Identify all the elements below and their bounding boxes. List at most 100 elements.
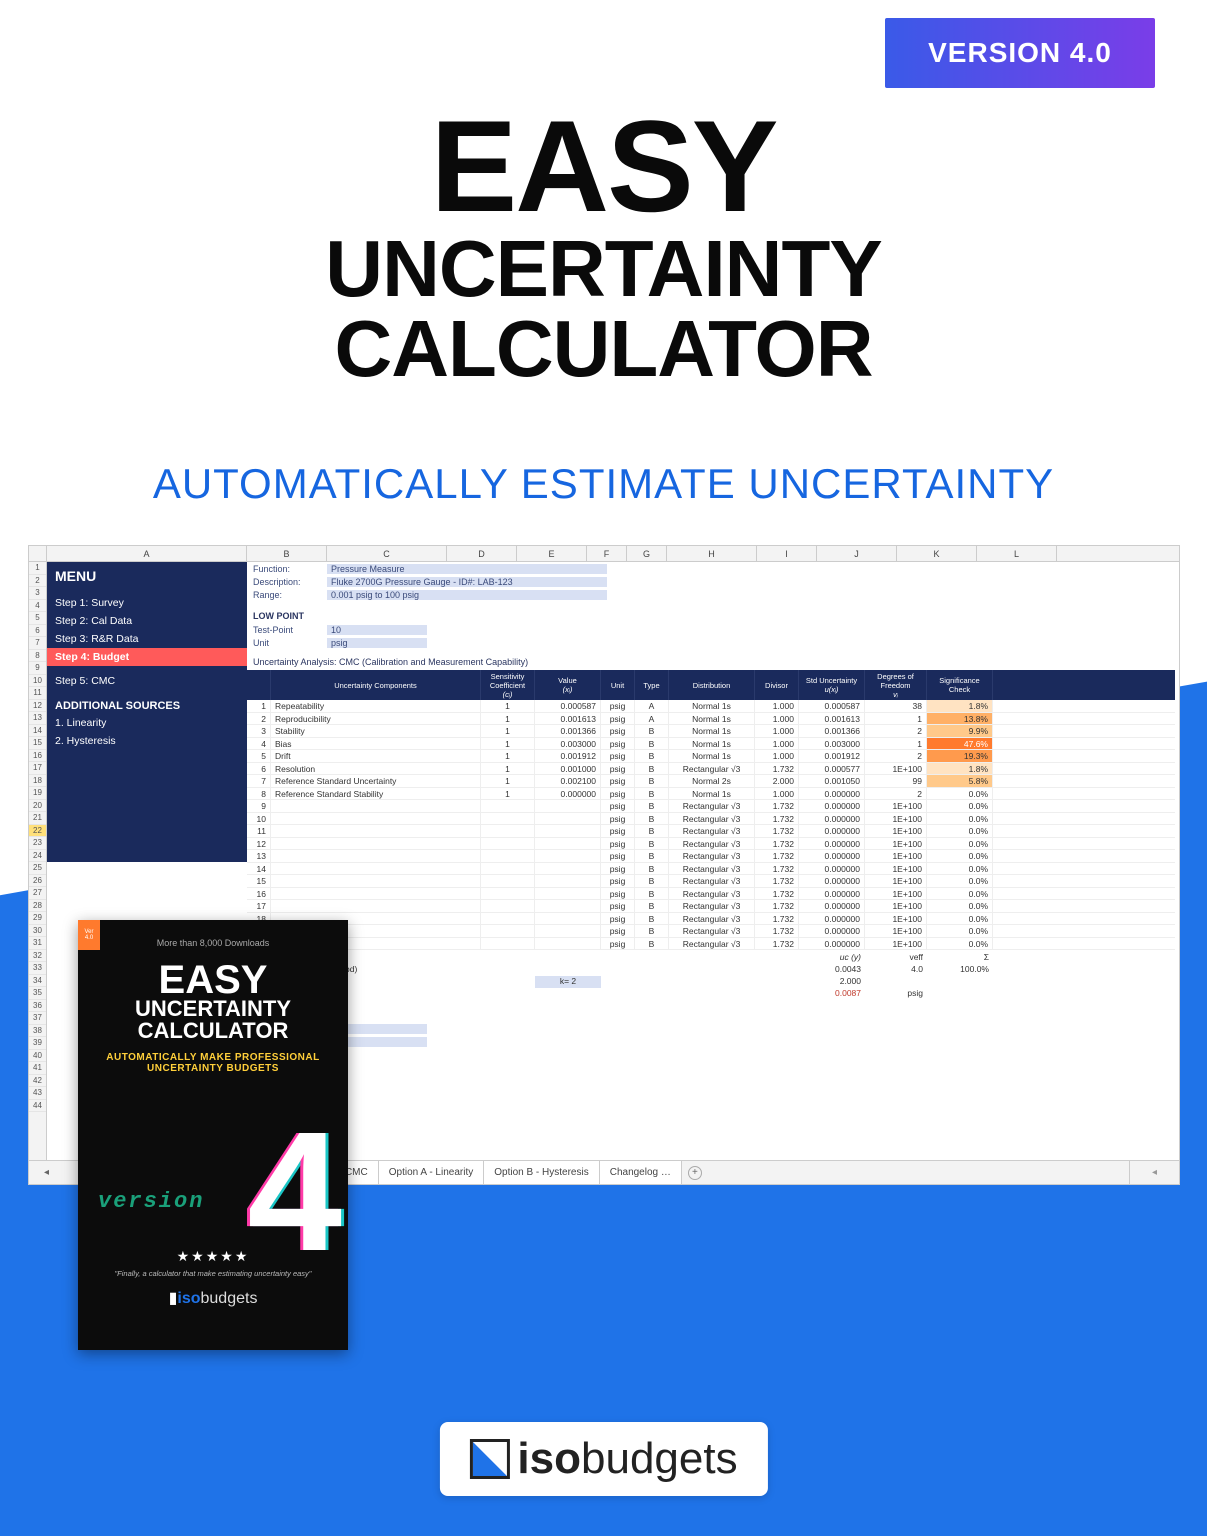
product-card: Ver4.0 More than 8,000 Downloads EASY UN… bbox=[78, 920, 348, 1350]
menu-title: MENU bbox=[47, 562, 247, 588]
col-header[interactable]: K bbox=[897, 546, 977, 561]
sheet-tab[interactable]: Option A - Linearity bbox=[379, 1161, 485, 1184]
summary-sigma-header: Σ bbox=[927, 952, 993, 964]
summary-expanded-value: 0.0087 bbox=[799, 988, 865, 1000]
low-point-header: LOW POINT bbox=[247, 601, 1179, 623]
info-block: Function:Pressure Measure Description:Fl… bbox=[247, 562, 1179, 671]
version-badge: VERSION 4.0 bbox=[885, 18, 1155, 88]
product-tagline-1: AUTOMATICALLY MAKE PROFESSIONAL bbox=[90, 1052, 336, 1063]
col-header[interactable]: D bbox=[447, 546, 517, 561]
table-row[interactable]: 16psigBRectangular √31.7320.0000001E+100… bbox=[247, 888, 1175, 901]
table-row[interactable]: 3Stability10.001366psigBNormal 1s1.0000.… bbox=[247, 725, 1175, 738]
table-row[interactable]: 7Reference Standard Uncertainty10.002100… bbox=[247, 775, 1175, 788]
menu-step[interactable]: Step 3: R&R Data bbox=[47, 630, 247, 648]
summary-uc-header: uc (y) bbox=[799, 952, 865, 964]
menu-panel: MENU Step 1: SurveyStep 2: Cal DataStep … bbox=[47, 562, 247, 862]
table-header-cell: Distribution bbox=[669, 670, 755, 700]
menu-source[interactable]: 1. Linearity bbox=[47, 714, 247, 732]
row-number-gutter: 1234567891011121314151617181920212223242… bbox=[29, 562, 47, 1160]
table-row[interactable]: 10psigBRectangular √31.7320.0000001E+100… bbox=[247, 813, 1175, 826]
table-row[interactable]: 8Reference Standard Stability10.000000ps… bbox=[247, 788, 1175, 801]
column-header-row: ABCDEFGHIJKL bbox=[29, 546, 1179, 562]
product-version-corner: Ver4.0 bbox=[78, 920, 100, 950]
table-header-cell: Divisor bbox=[755, 670, 799, 700]
col-header[interactable]: J bbox=[817, 546, 897, 561]
col-header[interactable]: L bbox=[977, 546, 1057, 561]
uncertainty-table: Uncertainty ComponentsSensitivity Coeffi… bbox=[247, 670, 1175, 950]
tab-scroll-indicator[interactable]: ◂ bbox=[1129, 1161, 1179, 1184]
table-row[interactable]: 5Drift10.001912psigBNormal 1s1.0000.0019… bbox=[247, 750, 1175, 763]
add-sheet-button[interactable]: + bbox=[688, 1166, 702, 1180]
col-header[interactable]: H bbox=[667, 546, 757, 561]
table-header-cell: Sensitivity Coefficient(cᵢ) bbox=[481, 670, 535, 700]
product-tagline-2: UNCERTAINTY BUDGETS bbox=[90, 1063, 336, 1074]
table-row[interactable]: 2Reproducibility10.001613psigANormal 1s1… bbox=[247, 713, 1175, 726]
sheet-tab[interactable]: Changelog … bbox=[600, 1161, 682, 1184]
table-row[interactable]: 12psigBRectangular √31.7320.0000001E+100… bbox=[247, 838, 1175, 851]
hero-line-1: EASY bbox=[0, 105, 1207, 229]
table-row[interactable]: 19psigBRectangular √31.7320.0000001E+100… bbox=[247, 925, 1175, 938]
summary-veff-header: veff bbox=[865, 952, 927, 964]
table-row[interactable]: 9psigBRectangular √31.7320.0000001E+1000… bbox=[247, 800, 1175, 813]
table-row[interactable]: 6Resolution10.001000psigBRectangular √31… bbox=[247, 763, 1175, 776]
table-row[interactable]: 17psigBRectangular √31.7320.0000001E+100… bbox=[247, 900, 1175, 913]
table-header-cell: Type bbox=[635, 670, 669, 700]
product-title-1: EASY bbox=[90, 962, 336, 998]
table-row[interactable]: 11psigBRectangular √31.7320.0000001E+100… bbox=[247, 825, 1175, 838]
product-version-text: version bbox=[98, 1189, 204, 1214]
unit-value[interactable]: psig bbox=[327, 638, 427, 648]
subtitle: AUTOMATICALLY ESTIMATE UNCERTAINTY bbox=[0, 460, 1207, 508]
summary-k-value: 2.000 bbox=[799, 976, 865, 988]
menu-step[interactable]: Step 1: Survey bbox=[47, 594, 247, 612]
menu-step[interactable]: Step 4: Budget bbox=[47, 648, 247, 666]
additional-sources-header: ADDITIONAL SOURCES bbox=[47, 690, 247, 714]
unit-label: Unit bbox=[247, 638, 327, 648]
summary-expanded-unit: psig bbox=[865, 988, 927, 1000]
col-header[interactable]: C bbox=[327, 546, 447, 561]
col-header[interactable]: A bbox=[47, 546, 247, 561]
table-header-cell: Degrees of Freedomvᵢ bbox=[865, 670, 927, 700]
col-header[interactable]: F bbox=[587, 546, 627, 561]
description-value[interactable]: Fluke 2700G Pressure Gauge - ID#: LAB-12… bbox=[327, 577, 607, 587]
table-row[interactable]: 4Bias10.003000psigBNormal 1s1.0000.00300… bbox=[247, 738, 1175, 751]
table-row[interactable]: 15psigBRectangular √31.7320.0000001E+100… bbox=[247, 875, 1175, 888]
summary-rss-value: 0.0043 bbox=[799, 964, 865, 976]
function-value[interactable]: Pressure Measure bbox=[327, 564, 607, 574]
hero-line-2b: CALCULATOR bbox=[0, 309, 1207, 389]
col-header[interactable]: E bbox=[517, 546, 587, 561]
footer-iso: iso bbox=[517, 1434, 581, 1484]
table-row[interactable]: 13psigBRectangular √31.7320.0000001E+100… bbox=[247, 850, 1175, 863]
table-row[interactable]: 1Repeatability10.000587psigANormal 1s1.0… bbox=[247, 700, 1175, 713]
range-value[interactable]: 0.001 psig to 100 psig bbox=[327, 590, 607, 600]
menu-step[interactable]: Step 2: Cal Data bbox=[47, 612, 247, 630]
table-row[interactable]: 14psigBRectangular √31.7320.0000001E+100… bbox=[247, 863, 1175, 876]
menu-source[interactable]: 2. Hysteresis bbox=[47, 732, 247, 750]
table-header-cell: Unit bbox=[601, 670, 635, 700]
table-row[interactable]: 20psigBRectangular √31.7320.0000001E+100… bbox=[247, 938, 1175, 951]
table-header-cell: Uncertainty Components bbox=[271, 670, 481, 700]
summary-block: uc (y) veff Σ d Uncertainty (RSS method)… bbox=[247, 952, 1175, 1000]
table-header-cell: Significance Check bbox=[927, 670, 993, 700]
function-label: Function: bbox=[247, 564, 327, 574]
sheet-tab[interactable]: Option B - Hysteresis bbox=[484, 1161, 599, 1184]
range-label: Range: bbox=[247, 590, 327, 600]
product-title-3: CALCULATOR bbox=[90, 1020, 336, 1042]
hero-title: EASY UNCERTAINTY CALCULATOR bbox=[0, 105, 1207, 389]
summary-rss-sigma: 100.0% bbox=[927, 964, 993, 976]
summary-rss-veff: 4.0 bbox=[865, 964, 927, 976]
testpoint-label: Test-Point bbox=[247, 625, 327, 635]
hero-line-2a: UNCERTAINTY bbox=[0, 229, 1207, 309]
col-header[interactable]: G bbox=[627, 546, 667, 561]
k-input[interactable]: k= 2 bbox=[535, 976, 601, 988]
table-header-row: Uncertainty ComponentsSensitivity Coeffi… bbox=[247, 670, 1175, 700]
testpoint-value[interactable]: 10 bbox=[327, 625, 427, 635]
product-downloads: More than 8,000 Downloads bbox=[90, 938, 336, 948]
col-header[interactable]: I bbox=[757, 546, 817, 561]
table-row[interactable]: 18psigBRectangular √31.7320.0000001E+100… bbox=[247, 913, 1175, 926]
col-header[interactable]: B bbox=[247, 546, 327, 561]
footer-budgets: budgets bbox=[581, 1434, 738, 1484]
menu-step[interactable]: Step 5: CMC bbox=[47, 672, 247, 690]
table-header-cell: Std Uncertaintyu(xᵢ) bbox=[799, 670, 865, 700]
logo-icon bbox=[469, 1439, 509, 1479]
table-header-cell bbox=[247, 670, 271, 700]
